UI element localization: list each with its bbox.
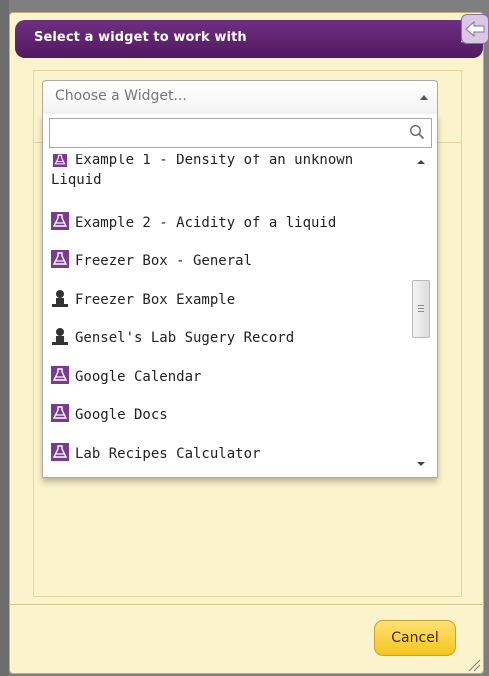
scroll-up-arrow-icon[interactable] — [417, 160, 425, 164]
list-item-label: Google Calendar — [75, 369, 202, 385]
flask-icon — [51, 212, 69, 230]
flask-icon — [51, 366, 69, 384]
list-item[interactable]: Freezer Box - General — [51, 250, 409, 271]
search-icon — [409, 124, 425, 140]
flask-icon — [51, 250, 69, 268]
footer-divider — [9, 604, 484, 605]
list-item[interactable]: Google Docs — [51, 404, 409, 425]
flask-icon — [51, 443, 69, 461]
list-item-label: Gensel's Lab Sugery Record — [75, 330, 295, 346]
scroll-down-arrow-icon[interactable] — [417, 462, 425, 466]
list-item-label: Example 2 - Acidity of a liquid — [75, 215, 337, 231]
list-scrollbar[interactable] — [411, 154, 431, 470]
caret-up-icon — [420, 95, 428, 100]
list-item[interactable]: Gensel's Lab Sugery Record — [51, 327, 409, 348]
widget-select-placeholder: Choose a Widget... — [55, 88, 187, 104]
list-item[interactable]: Example 2 - Acidity of a liquid — [51, 212, 409, 233]
list-item-label: Lab Recipes Calculator — [75, 446, 261, 462]
list-item-label: Freezer Box - General — [75, 253, 253, 269]
dialog-titlebar: Select a widget to work with × — [15, 20, 483, 58]
grip-icon — [418, 305, 424, 306]
cancel-button[interactable]: Cancel — [374, 620, 456, 656]
resize-grip-icon[interactable] — [465, 656, 481, 672]
search-input[interactable] — [54, 123, 398, 145]
person-icon — [52, 328, 68, 345]
list-item[interactable]: Lab Recipes Calculator — [51, 443, 409, 464]
person-icon — [52, 290, 68, 307]
list-item-label: Example 1 - Density of an unknown Liquid — [51, 154, 354, 188]
widget-select[interactable]: Choose a Widget... — [42, 80, 438, 116]
search-box[interactable] — [49, 118, 432, 148]
background-page — [0, 0, 9, 676]
flask-icon — [51, 404, 69, 422]
dialog-title: Select a widget to work with — [34, 30, 247, 45]
widget-dropdown: Example 1 - Density of an unknown Liquid… — [42, 114, 438, 478]
scrollbar-thumb[interactable] — [412, 280, 430, 338]
list-item[interactable]: Google Calendar — [51, 366, 409, 387]
list-item[interactable]: Freezer Box Example — [51, 289, 409, 310]
pointer-arrow-icon — [461, 14, 489, 44]
list-item[interactable]: Example 1 - Density of an unknown Liquid — [51, 154, 371, 190]
widget-list: Example 1 - Density of an unknown Liquid… — [51, 154, 409, 470]
list-item-label: Freezer Box Example — [75, 292, 236, 308]
flask-icon — [53, 154, 67, 167]
list-item-label: Google Docs — [75, 407, 168, 423]
